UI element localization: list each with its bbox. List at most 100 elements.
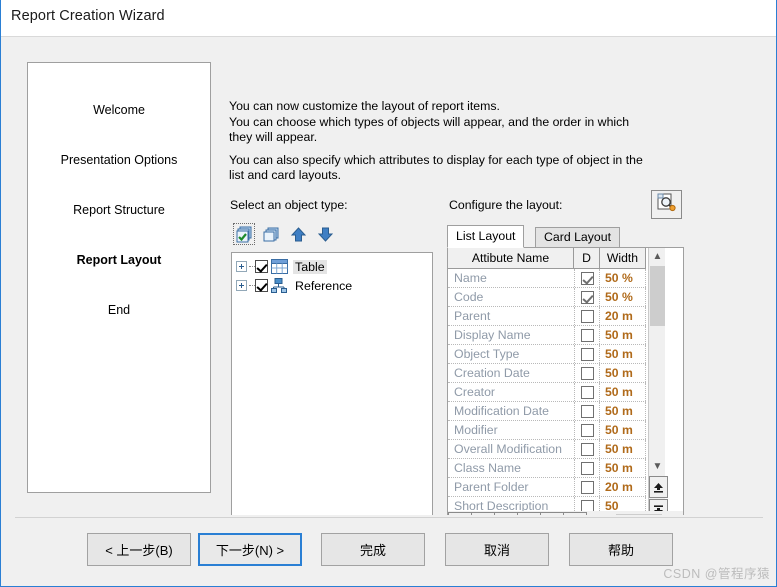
cell-attribute-name: Parent Folder bbox=[454, 480, 529, 494]
object-type-label: Select an object type: bbox=[230, 198, 348, 212]
select-all-icon[interactable] bbox=[233, 223, 255, 245]
tree-item-table[interactable]: Table bbox=[236, 257, 327, 276]
cell-display[interactable] bbox=[574, 478, 600, 496]
cell-width[interactable]: 50 m bbox=[600, 345, 646, 363]
table-row[interactable]: Object Type 50 m bbox=[448, 345, 646, 364]
display-checkbox[interactable] bbox=[580, 404, 594, 418]
cell-width[interactable]: 50 m bbox=[600, 402, 646, 420]
table-row[interactable]: Modifier 50 m bbox=[448, 421, 646, 440]
wizard-step-end[interactable]: End bbox=[28, 303, 210, 317]
instruction-line-4: You can also specify which attributes to… bbox=[229, 152, 643, 167]
cell-attribute-name: Name bbox=[454, 271, 487, 285]
cell-display[interactable] bbox=[574, 364, 600, 382]
wizard-step-report-structure[interactable]: Report Structure bbox=[28, 203, 210, 217]
move-down-icon[interactable] bbox=[314, 223, 336, 245]
attribute-grid-header: Attibute Name D Width bbox=[448, 248, 646, 269]
expander-icon[interactable] bbox=[236, 280, 247, 291]
wizard-step-report-layout[interactable]: Report Layout bbox=[28, 253, 210, 267]
tab-list-layout[interactable]: List Layout bbox=[447, 225, 525, 248]
cell-attribute-name: Code bbox=[454, 290, 484, 304]
tab-card-layout[interactable]: Card Layout bbox=[535, 227, 620, 248]
wizard-content: Welcome Presentation Options Report Stru… bbox=[1, 37, 776, 533]
display-checkbox[interactable] bbox=[580, 328, 594, 342]
column-header-attribute-name[interactable]: Attibute Name bbox=[448, 248, 574, 269]
cell-width[interactable]: 50 m bbox=[600, 421, 646, 439]
watermark: CSDN @管程序猿 bbox=[663, 567, 770, 581]
table-icon bbox=[271, 259, 288, 274]
cell-display[interactable] bbox=[574, 402, 600, 420]
display-checkbox[interactable] bbox=[580, 461, 594, 475]
table-row[interactable]: Creation Date 50 m bbox=[448, 364, 646, 383]
move-up-icon[interactable] bbox=[287, 223, 309, 245]
column-header-width[interactable]: Width bbox=[600, 248, 646, 269]
cell-attribute-name: Modifier bbox=[454, 423, 498, 437]
table-row[interactable]: Display Name 50 m bbox=[448, 326, 646, 345]
tree-checkbox[interactable] bbox=[255, 279, 268, 292]
scrollbar-thumb[interactable] bbox=[650, 266, 665, 326]
display-checkbox[interactable] bbox=[580, 442, 594, 456]
cell-width[interactable]: 50 % bbox=[600, 269, 646, 287]
table-row[interactable]: Parent Folder 20 m bbox=[448, 478, 646, 497]
help-button[interactable]: 帮助 bbox=[569, 533, 673, 566]
vertical-scrollbar[interactable]: ▲ ▼ bbox=[648, 248, 668, 521]
tree-checkbox[interactable] bbox=[255, 260, 268, 273]
table-row[interactable]: Code 50 % bbox=[448, 288, 646, 307]
table-row[interactable]: Creator 50 m bbox=[448, 383, 646, 402]
table-row[interactable]: Overall Modification 50 m bbox=[448, 440, 646, 459]
cell-attribute-name: Overall Modification bbox=[454, 442, 562, 456]
table-row[interactable]: Class Name 50 m bbox=[448, 459, 646, 478]
display-checkbox[interactable] bbox=[580, 290, 594, 304]
cell-width[interactable]: 50 m bbox=[600, 383, 646, 401]
next-button[interactable]: 下一步(N) > bbox=[198, 533, 302, 566]
back-button[interactable]: < 上一步(B) bbox=[87, 533, 191, 566]
cell-width[interactable]: 50 m bbox=[600, 326, 646, 344]
display-checkbox[interactable] bbox=[580, 309, 594, 323]
wizard-step-welcome[interactable]: Welcome bbox=[28, 103, 210, 117]
chevron-down-icon[interactable]: ▼ bbox=[649, 458, 666, 475]
copy-icon[interactable] bbox=[260, 223, 282, 245]
cancel-button[interactable]: 取消 bbox=[445, 533, 549, 566]
cell-attribute-name: Class Name bbox=[454, 461, 521, 475]
cell-display[interactable] bbox=[574, 288, 600, 306]
cell-display[interactable] bbox=[574, 440, 600, 458]
wizard-step-presentation-options[interactable]: Presentation Options bbox=[28, 153, 210, 167]
table-row[interactable]: Modification Date 50 m bbox=[448, 402, 646, 421]
preview-button[interactable] bbox=[651, 190, 682, 219]
cell-width[interactable]: 50 m bbox=[600, 459, 646, 477]
display-checkbox[interactable] bbox=[580, 271, 594, 285]
table-row[interactable]: Name 50 % bbox=[448, 269, 646, 288]
cell-display[interactable] bbox=[574, 307, 600, 325]
display-checkbox[interactable] bbox=[580, 385, 594, 399]
cell-display[interactable] bbox=[574, 326, 600, 344]
cell-width[interactable]: 50 m bbox=[600, 440, 646, 458]
cell-display[interactable] bbox=[574, 269, 600, 287]
column-header-display[interactable]: D bbox=[574, 248, 600, 269]
display-checkbox[interactable] bbox=[580, 347, 594, 361]
cell-width[interactable]: 50 m bbox=[600, 364, 646, 382]
attribute-grid: Attibute Name D Width Name 50 % Code 50 … bbox=[447, 247, 684, 533]
cell-attribute-name: Creator bbox=[454, 385, 496, 399]
scroll-to-top-icon[interactable] bbox=[649, 476, 668, 498]
tree-item-label: Table bbox=[293, 259, 327, 274]
cell-width[interactable]: 20 m bbox=[600, 307, 646, 325]
object-type-tree[interactable]: Table Reference bbox=[231, 252, 433, 533]
finish-button[interactable]: 完成 bbox=[321, 533, 425, 566]
cell-attribute-name: Modification Date bbox=[454, 404, 550, 418]
cell-width[interactable]: 20 m bbox=[600, 478, 646, 496]
cell-display[interactable] bbox=[574, 421, 600, 439]
cell-display[interactable] bbox=[574, 459, 600, 477]
display-checkbox[interactable] bbox=[580, 366, 594, 380]
footer-divider bbox=[15, 517, 763, 518]
expander-icon[interactable] bbox=[236, 261, 247, 272]
table-row[interactable]: Parent 20 m bbox=[448, 307, 646, 326]
tree-item-reference[interactable]: Reference bbox=[236, 276, 354, 295]
chevron-up-icon[interactable]: ▲ bbox=[649, 248, 666, 265]
preview-icon bbox=[657, 193, 676, 217]
display-checkbox[interactable] bbox=[580, 423, 594, 437]
attribute-grid-body[interactable]: Name 50 % Code 50 % Parent 20 m Display … bbox=[448, 269, 646, 513]
object-type-toolbar bbox=[233, 223, 413, 247]
display-checkbox[interactable] bbox=[580, 480, 594, 494]
cell-width[interactable]: 50 % bbox=[600, 288, 646, 306]
cell-display[interactable] bbox=[574, 345, 600, 363]
cell-display[interactable] bbox=[574, 383, 600, 401]
